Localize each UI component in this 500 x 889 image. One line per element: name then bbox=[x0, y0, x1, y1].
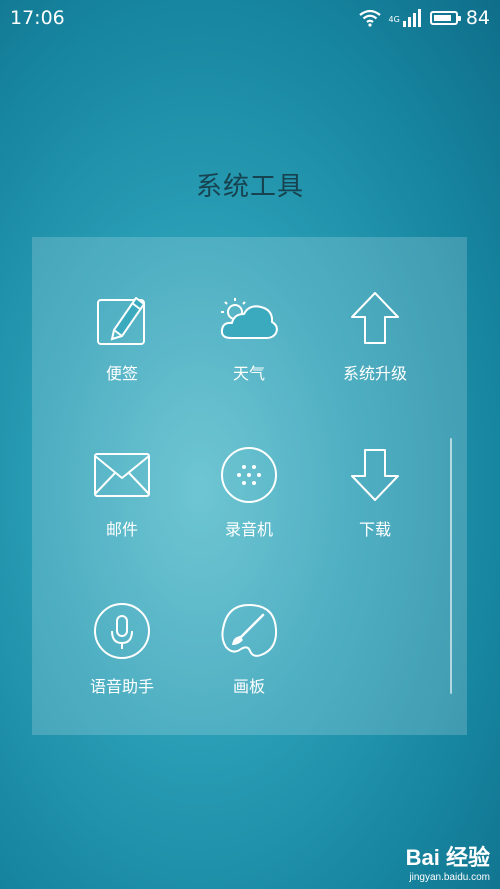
app-label: 画板 bbox=[232, 677, 265, 696]
mail-icon bbox=[94, 453, 150, 497]
app-paint[interactable]: 画板 bbox=[189, 603, 309, 697]
app-label: 便签 bbox=[105, 364, 138, 383]
app-download[interactable]: 下载 bbox=[315, 446, 435, 540]
app-system-update[interactable]: 系统升级 bbox=[315, 290, 435, 384]
app-weather[interactable]: 天气 bbox=[189, 290, 309, 384]
app-mail[interactable]: 邮件 bbox=[62, 446, 182, 540]
battery-icon bbox=[429, 11, 461, 25]
battery-percent: 84 bbox=[465, 7, 490, 29]
app-voice-assistant[interactable]: 语音助手 bbox=[62, 603, 182, 697]
status-bar: 17:06 4G 84 bbox=[0, 0, 500, 36]
baidu-jingyan-watermark: Bai 经验 jingyan.baidu.com bbox=[406, 840, 490, 883]
voice-assistant-icon bbox=[94, 603, 150, 659]
scrollbar[interactable] bbox=[450, 438, 452, 694]
app-label: 录音机 bbox=[224, 520, 273, 539]
recorder-icon bbox=[221, 447, 277, 503]
app-label: 语音助手 bbox=[89, 677, 154, 696]
app-label: 下载 bbox=[358, 520, 391, 539]
signal-icon bbox=[402, 9, 421, 27]
network-type: 4G bbox=[388, 15, 400, 24]
wifi-icon bbox=[358, 9, 381, 27]
watermark-logo: Bai 经验 bbox=[405, 845, 490, 870]
app-recorder[interactable]: 录音机 bbox=[189, 446, 309, 540]
app-notes[interactable]: 便签 bbox=[62, 290, 182, 384]
app-label: 天气 bbox=[232, 364, 265, 383]
system-update-icon bbox=[351, 292, 399, 344]
status-icons: 4G 84 bbox=[358, 7, 490, 29]
notes-icon bbox=[97, 297, 145, 345]
status-time: 17:06 bbox=[10, 7, 65, 29]
paint-palette-icon bbox=[221, 604, 278, 657]
download-icon bbox=[351, 449, 399, 501]
watermark-url: jingyan.baidu.com bbox=[409, 872, 490, 883]
app-label: 邮件 bbox=[105, 520, 138, 539]
weather-icon bbox=[220, 298, 278, 339]
folder-title[interactable]: 系统工具 bbox=[0, 166, 500, 203]
app-label: 系统升级 bbox=[342, 364, 407, 383]
